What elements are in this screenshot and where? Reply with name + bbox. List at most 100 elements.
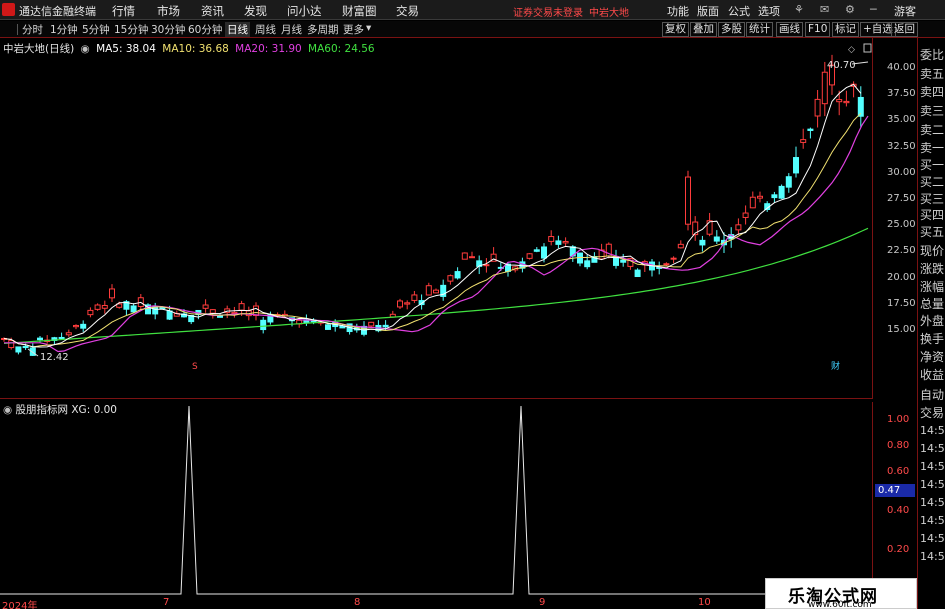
- candle-body: [706, 220, 713, 235]
- date-label: 2024年: [2, 601, 38, 609]
- candle-body: [209, 309, 216, 314]
- back-button[interactable]: 返回: [891, 22, 918, 37]
- s-marker[interactable]: S: [192, 362, 198, 372]
- candle-body: [433, 289, 439, 294]
- f10-button[interactable]: F10: [805, 22, 831, 37]
- period-30min[interactable]: 30分钟: [151, 22, 185, 37]
- stats-button[interactable]: 统计: [746, 22, 773, 37]
- multi-stock-button[interactable]: 多股: [718, 22, 745, 37]
- period-1min[interactable]: 1分钟: [50, 22, 78, 37]
- candle-body: [757, 195, 763, 199]
- indicator-chart[interactable]: [0, 402, 873, 596]
- ma10-label: MA10: 36.68: [162, 43, 229, 55]
- ma-legend: 中岩大地(日线) ◉ MA5: 38.04 MA10: 36.68 MA20: …: [3, 41, 378, 56]
- candle-body: [238, 303, 245, 311]
- period-weekly[interactable]: 周线: [255, 22, 276, 37]
- menu-market[interactable]: 市场: [157, 3, 180, 19]
- period-daily[interactable]: 日线: [225, 22, 250, 37]
- message-icon[interactable]: ✉: [820, 3, 829, 16]
- high-price-label: 40.70: [827, 60, 856, 71]
- price-tick: 30.00: [887, 167, 916, 178]
- candle-body: [130, 305, 137, 313]
- candle-body: [397, 300, 403, 308]
- period-monthly[interactable]: 月线: [281, 22, 302, 37]
- candle-body: [101, 305, 108, 309]
- candle-body: [483, 264, 490, 267]
- menu-quote[interactable]: 行情: [112, 3, 135, 19]
- low-price-label: 12.42: [40, 352, 69, 363]
- menu-wealth[interactable]: 财富圈: [342, 3, 377, 19]
- quote-side-panel: 委比 卖五 卖四 卖三 卖二 卖一 买一 买二 买三 买四 买五 现价 涨跌 涨…: [917, 38, 945, 609]
- minimize-icon[interactable]: ─: [870, 3, 877, 16]
- candle-body: [325, 324, 331, 330]
- period-60min[interactable]: 60分钟: [188, 22, 222, 37]
- mark-button[interactable]: 标记: [832, 22, 859, 37]
- period-intraday[interactable]: 分时: [22, 22, 43, 37]
- candle-body: [771, 194, 778, 199]
- candle-body: [461, 252, 468, 260]
- period-multi[interactable]: 多周期: [307, 22, 339, 37]
- chart-diamond-icon[interactable]: ◇: [848, 45, 855, 55]
- overlay-button[interactable]: 叠加: [690, 22, 717, 37]
- candle-body: [541, 246, 547, 259]
- label-buy5: 买五: [920, 225, 945, 239]
- trade-time: 14:56: [920, 460, 945, 473]
- candle-body: [404, 302, 411, 305]
- crosshair-value-tag: 0.47: [875, 484, 915, 497]
- label-weibi: 委比: [920, 48, 945, 62]
- candle-body: [166, 310, 173, 320]
- kline-chart[interactable]: 40.70 12.42 S 财 ◇: [0, 38, 873, 399]
- indicator-tick: 0.60: [887, 466, 910, 477]
- menu-layout[interactable]: 版面: [697, 3, 719, 19]
- candle-body: [382, 324, 389, 328]
- draw-button[interactable]: 画线: [776, 22, 803, 37]
- ma60-label: MA60: 24.56: [308, 43, 375, 55]
- menu-formula[interactable]: 公式: [728, 3, 750, 19]
- candle-body: [15, 346, 22, 353]
- candle-body: [713, 236, 720, 242]
- label-outer: 外盘: [920, 314, 945, 328]
- label-sell1: 卖一: [920, 141, 945, 155]
- period-15min[interactable]: 15分钟: [114, 22, 148, 37]
- price-tick: 35.00: [887, 114, 916, 125]
- indicator-toggle-icon[interactable]: ◉: [3, 404, 12, 416]
- chart-close-icon[interactable]: [863, 43, 872, 53]
- menu-function[interactable]: 功能: [667, 3, 689, 19]
- menu-ask[interactable]: 问小达: [287, 3, 322, 19]
- candle-body: [670, 257, 677, 260]
- skin-icon[interactable]: ⚘: [794, 3, 804, 16]
- auto-trade-label-1[interactable]: 自动: [920, 386, 944, 403]
- finance-marker[interactable]: 财: [831, 360, 840, 372]
- label-price: 现价: [920, 244, 945, 258]
- auto-trade-label-2[interactable]: 交易: [920, 404, 944, 421]
- menu-discover[interactable]: 发现: [244, 3, 267, 19]
- adjust-button[interactable]: 复权: [662, 22, 689, 37]
- candle-body: [742, 212, 749, 218]
- candle-body: [584, 260, 591, 268]
- menu-trade[interactable]: 交易: [396, 3, 419, 19]
- label-sell2: 卖二: [920, 123, 945, 137]
- period-more[interactable]: 更多: [343, 22, 364, 37]
- login-warning[interactable]: 证券交易未登录: [513, 4, 583, 19]
- settings-icon[interactable]: ⚙: [845, 3, 855, 16]
- menu-news[interactable]: 资讯: [201, 3, 224, 19]
- more-chevron-icon[interactable]: ▾: [366, 22, 371, 34]
- label-buy2: 买二: [920, 175, 945, 189]
- candle-body: [533, 249, 540, 252]
- candle-body: [663, 263, 670, 266]
- candle-body: [526, 253, 533, 259]
- menu-guest[interactable]: 游客: [894, 3, 916, 19]
- candle-body: [735, 224, 742, 231]
- period-5min[interactable]: 5分钟: [82, 22, 110, 37]
- app-title: 通达信金融终端: [19, 5, 96, 18]
- trade-time: 14:56: [920, 496, 945, 509]
- legend-toggle-icon[interactable]: ◉: [81, 43, 90, 55]
- candle-body: [699, 239, 706, 246]
- indicator-tick: 1.00: [887, 414, 910, 425]
- price-tick: 20.00: [887, 272, 916, 283]
- candle-body: [685, 176, 691, 225]
- label-sell3: 卖三: [920, 104, 945, 118]
- candle-body: [548, 236, 555, 242]
- candle-body: [260, 319, 267, 331]
- menu-options[interactable]: 选项: [758, 3, 780, 19]
